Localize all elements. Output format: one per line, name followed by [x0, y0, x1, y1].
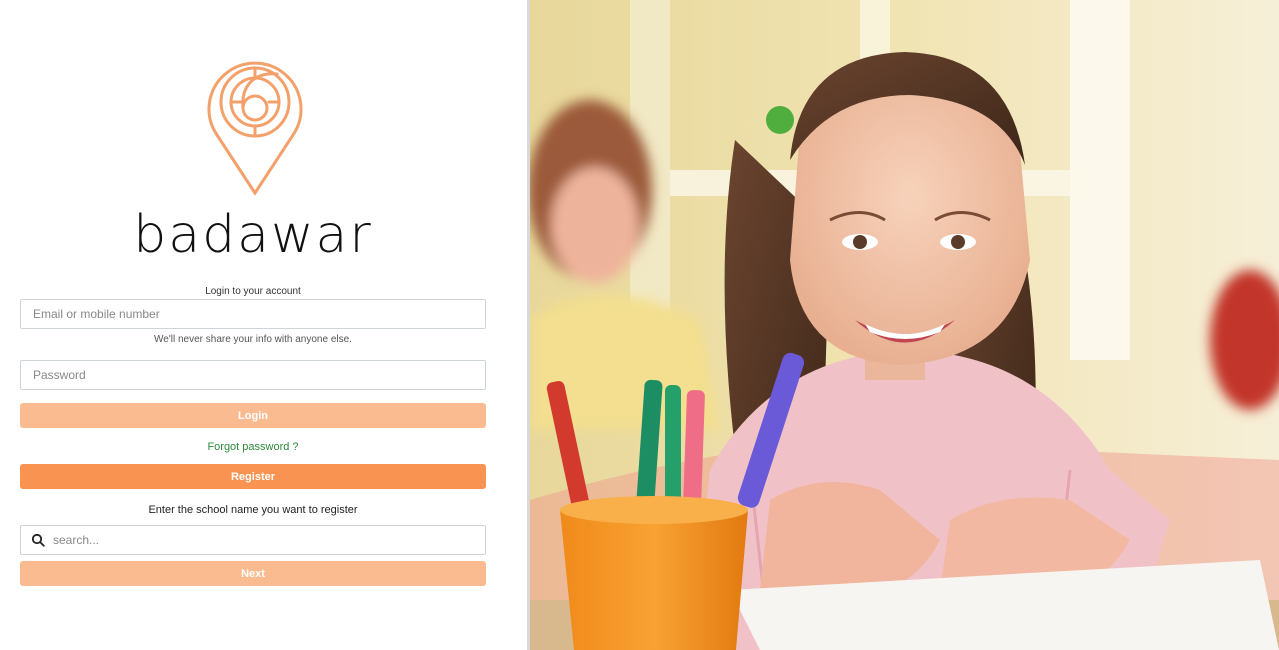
school-search-label: Enter the school name you want to regist…: [148, 504, 358, 516]
classroom-photo: [530, 0, 1279, 650]
login-title: Login to your account: [205, 286, 301, 297]
search-icon: [31, 533, 45, 547]
privacy-hint: We'll never share your info with anyone …: [154, 334, 352, 345]
hero-image: [530, 0, 1279, 650]
badawar-logo-icon: [207, 61, 303, 196]
login-panel: badawar Login to your account We'll neve…: [0, 0, 527, 650]
school-search-field[interactable]: [20, 525, 486, 555]
school-search-input[interactable]: [51, 532, 475, 548]
register-button[interactable]: Register: [20, 464, 486, 489]
email-field[interactable]: [20, 299, 486, 329]
password-field[interactable]: [20, 360, 486, 390]
login-button[interactable]: Login: [20, 403, 486, 428]
email-input[interactable]: [31, 306, 475, 322]
brand-name: badawar: [133, 205, 373, 265]
password-input[interactable]: [31, 367, 475, 383]
next-button[interactable]: Next: [20, 561, 486, 586]
forgot-password-link[interactable]: Forgot password ?: [20, 441, 486, 453]
